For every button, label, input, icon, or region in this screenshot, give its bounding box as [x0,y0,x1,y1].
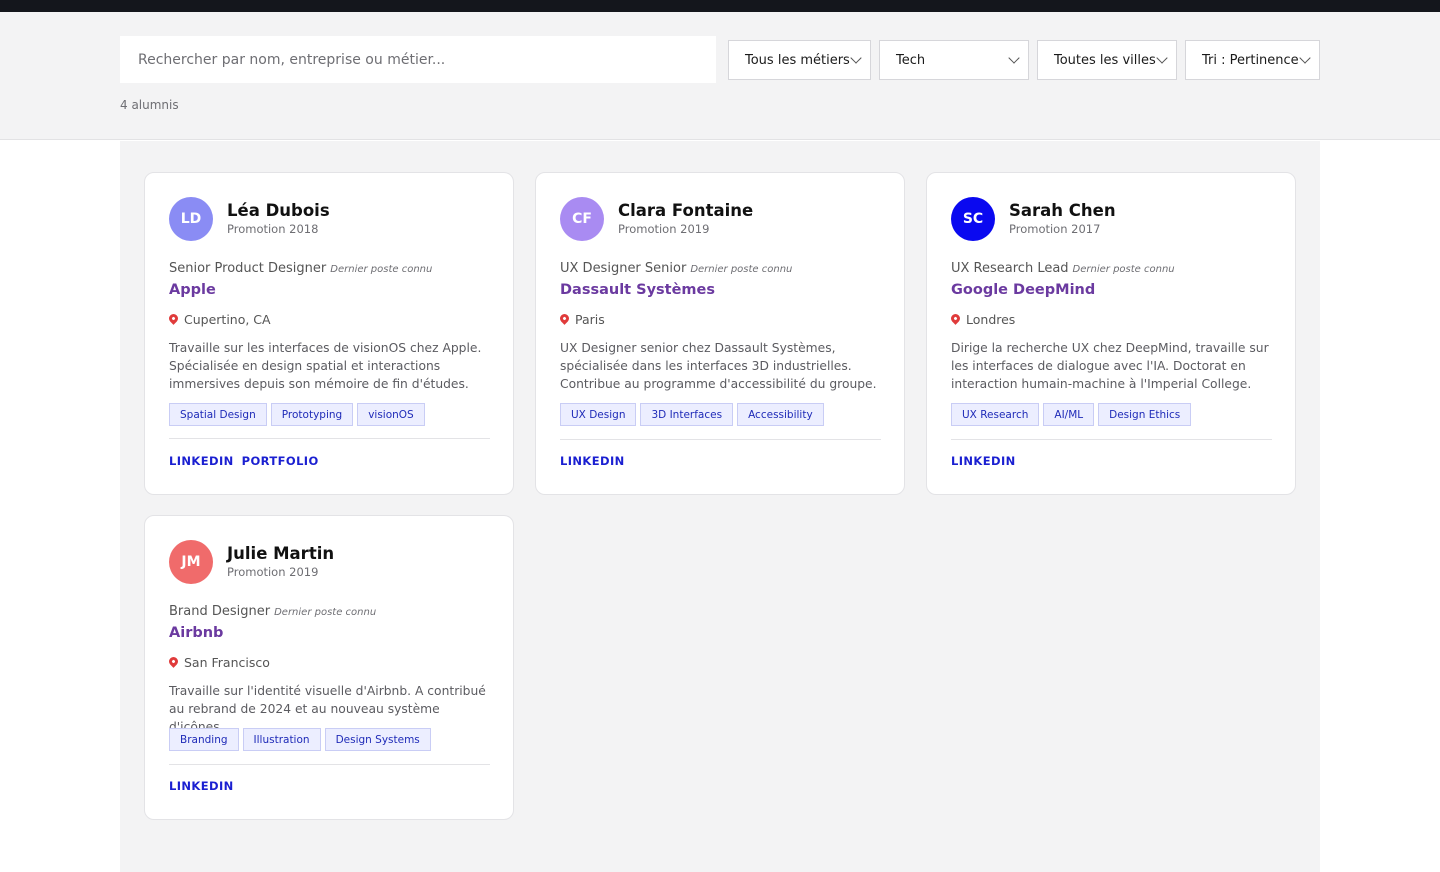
tag-list: Spatial Design Prototyping visionOS [169,403,425,426]
skill-tag: Design Ethics [1098,403,1192,426]
alumni-card: JM Julie Martin Promotion 2019 Brand Des… [144,515,514,820]
divider [169,764,490,765]
skill-tag: UX Design [560,403,637,426]
role-line: UX Designer Senior Dernier poste connu [560,257,792,276]
top-bar [0,0,1440,12]
alumni-company: Airbnb [169,625,224,641]
skill-tag: Spatial Design [169,403,267,426]
result-count: 4 alumnis [120,98,179,112]
alumni-promotion: Promotion 2017 [1009,222,1101,236]
link-list: LINKEDIN [560,454,625,468]
location-pin-icon [167,312,180,325]
chevron-down-icon [1299,52,1311,64]
skill-tag: Accessibility [737,403,824,426]
role-note: Dernier poste connu [274,607,377,618]
alumni-company: Google DeepMind [951,282,1096,298]
tag-list: Branding Illustration Design Systems [169,728,431,751]
skill-tag: Illustration [242,728,321,751]
alumni-role: Brand Designer [169,604,271,619]
location-label: Cupertino, CA [184,312,271,327]
alumni-card: CF Clara Fontaine Promotion 2019 UX Desi… [535,172,905,495]
link-list: LINKEDIN [951,454,1016,468]
role-note: Dernier poste connu [690,264,793,275]
alumni-promotion: Promotion 2019 [618,222,710,236]
avatar: CF [560,197,604,241]
alumni-card: LD Léa Dubois Promotion 2018 Senior Prod… [144,172,514,495]
filter-select-city[interactable]: Toutes les villes [1037,40,1177,80]
skill-tag: Prototyping [270,403,354,426]
results-grid: LD Léa Dubois Promotion 2018 Senior Prod… [120,141,1320,872]
alumni-company: Apple [169,282,216,298]
location-pin-icon [558,312,571,325]
portfolio-link[interactable]: PORTFOLIO [242,454,319,468]
avatar: JM [169,540,213,584]
filter-select-sector-label: Tech [896,52,926,68]
alumni-description: UX Designer senior chez Dassault Système… [560,341,877,391]
alumni-promotion: Promotion 2019 [227,565,319,579]
alumni-role: Senior Product Designer [169,261,327,276]
alumni-name: Clara Fontaine [618,201,754,220]
link-list: LINKEDIN [169,779,234,793]
skill-tag: AI/ML [1043,403,1095,426]
alumni-card: SC Sarah Chen Promotion 2017 UX Research… [926,172,1296,495]
role-note: Dernier poste connu [330,264,433,275]
filter-select-job[interactable]: Tous les métiers [728,40,871,80]
role-line: UX Research Lead Dernier poste connu [951,257,1175,276]
skill-tag: 3D Interfaces [640,403,734,426]
linkedin-link[interactable]: LINKEDIN [560,454,625,468]
alumni-role: UX Designer Senior [560,261,687,276]
divider [169,438,490,439]
sort-select[interactable]: Tri : Pertinence [1185,40,1320,80]
skill-tag: visionOS [357,403,425,426]
role-note: Dernier poste connu [1072,264,1175,275]
alumni-description: Travaille sur les interfaces de visionOS… [169,341,482,391]
alumni-promotion: Promotion 2018 [227,222,319,236]
tag-list: UX Design 3D Interfaces Accessibility [560,403,824,426]
location-label: San Francisco [184,655,270,670]
linkedin-link[interactable]: LINKEDIN [169,779,234,793]
chevron-down-icon [850,52,862,64]
skill-tag: UX Research [951,403,1040,426]
linkedin-link[interactable]: LINKEDIN [169,454,234,468]
location-pin-icon [167,655,180,668]
avatar: SC [951,197,995,241]
alumni-location: Londres [949,312,1016,327]
sort-select-label: Tri : Pertinence [1202,52,1299,68]
location-pin-icon [949,312,962,325]
chevron-down-icon [1008,52,1020,64]
alumni-company: Dassault Systèmes [560,282,716,298]
filter-select-job-label: Tous les métiers [745,52,850,68]
role-line: Senior Product Designer Dernier poste con… [169,257,432,276]
alumni-name: Léa Dubois [227,201,330,220]
role-line: Brand Designer Dernier poste connu [169,600,376,619]
filter-select-sector[interactable]: Tech [879,40,1029,80]
filter-select-city-label: Toutes les villes [1054,52,1156,68]
alumni-name: Sarah Chen [1009,201,1116,220]
alumni-description: Dirige la recherche UX chez DeepMind, tr… [951,341,1269,391]
divider [951,439,1272,440]
alumni-role: UX Research Lead [951,261,1069,276]
divider [560,439,881,440]
search-input[interactable] [120,36,716,83]
avatar: LD [169,197,213,241]
alumni-name: Julie Martin [227,544,335,563]
skill-tag: Design Systems [324,728,431,751]
location-label: Paris [575,312,605,327]
skill-tag: Branding [169,728,239,751]
alumni-location: San Francisco [167,655,270,670]
filter-bar: Tous les métiers Tech Toutes les villes … [0,12,1440,140]
linkedin-link[interactable]: LINKEDIN [951,454,1016,468]
alumni-location: Paris [558,312,605,327]
link-list: LINKEDIN PORTFOLIO [169,454,319,468]
chevron-down-icon [1156,52,1168,64]
location-label: Londres [966,312,1016,327]
tag-list: UX Research AI/ML Design Ethics [951,403,1192,426]
alumni-location: Cupertino, CA [167,312,271,327]
